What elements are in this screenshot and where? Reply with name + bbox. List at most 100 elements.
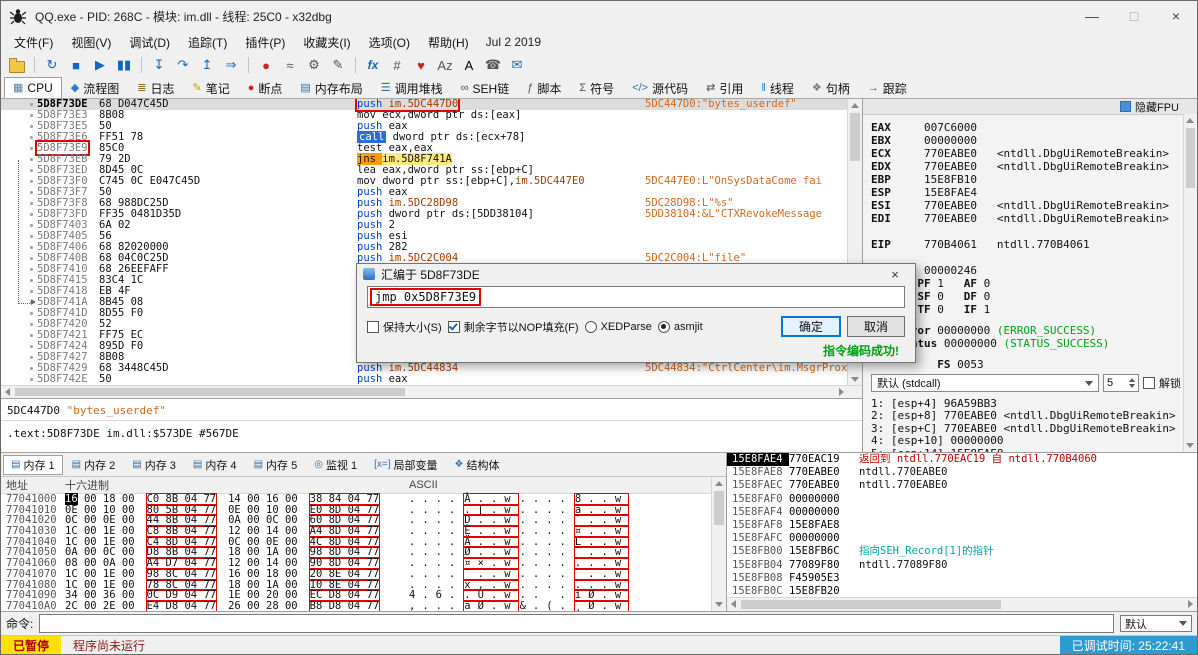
menu-item-6[interactable]: 收藏夹(I)	[294, 32, 359, 53]
asmjit-radio[interactable]: asmjit	[657, 320, 703, 333]
breakpoint-gutter[interactable]	[1, 374, 37, 385]
disasm-row[interactable]: 5D8F7429 68 3448C45D push im.5DC44834 5DC44…	[1, 363, 848, 374]
register-row[interactable]	[871, 316, 1197, 324]
stack-row[interactable]: 15E8FAFC 00000000	[727, 532, 1197, 545]
menu-item-8[interactable]: 帮助(H)	[419, 32, 478, 53]
scroll-right-icon[interactable]	[1188, 600, 1193, 608]
tab-call-stack[interactable]: ☰ 调用堆栈	[372, 77, 452, 98]
disasm-horizontal-scrollbar[interactable]	[1, 385, 862, 398]
menu-item-7[interactable]: 选项(O)	[360, 32, 419, 53]
assemble-fx-icon[interactable]: fx	[362, 55, 384, 75]
tab-cpu[interactable]: ▦ CPU	[4, 77, 62, 98]
dialog-close-icon[interactable]: ×	[881, 267, 909, 282]
register-row[interactable]: EIP 770B4061 ntdll.770B4061	[871, 238, 1197, 251]
breakpoint-gutter[interactable]	[1, 264, 37, 275]
register-row[interactable]: ESI 770EABE0 <ntdll.DbgUiRemoteBreakin>	[871, 199, 1197, 212]
stack-argument-row[interactable]: 2: [esp+8] 770EABE0 <ntdll.DbgUiRemoteBr…	[871, 409, 1197, 422]
breakpoint-gutter[interactable]	[1, 198, 37, 209]
tab-graph[interactable]: ◆ 流程图	[62, 77, 128, 98]
tab-threads[interactable]: ‖ 线程	[752, 77, 803, 98]
fill-nop-checkbox[interactable]: 剩余字节以NOP填充(F)	[447, 319, 579, 335]
attach-phone-icon[interactable]: ☎	[482, 55, 504, 75]
tab-symbols[interactable]: Σ 符号	[570, 77, 623, 98]
stack-row[interactable]: 15E8FAF4 00000000	[727, 506, 1197, 519]
dump-vertical-scrollbar[interactable]	[711, 477, 726, 611]
stack-horizontal-scrollbar[interactable]	[727, 597, 1197, 611]
tab-handles[interactable]: ❖ 句柄	[803, 77, 859, 98]
menu-item-3[interactable]: 调试(D)	[120, 32, 179, 53]
breakpoint-gutter[interactable]	[1, 154, 37, 165]
unlock-checkbox[interactable]: 解锁	[1143, 375, 1181, 391]
settings-gear-icon[interactable]: ⚙	[303, 55, 325, 75]
stack-row[interactable]: 15E8FB04 77089F80 ntdll.77089F80	[727, 559, 1197, 572]
register-row[interactable]: ECX 770EABE0 <ntdll.DbgUiRemoteBreakin>	[871, 147, 1197, 160]
register-row[interactable]: EDI 770EABE0 <ntdll.DbgUiRemoteBreakin>	[871, 212, 1197, 225]
trace-icon[interactable]: ≈	[279, 55, 301, 75]
xedparse-radio[interactable]: XEDParse	[584, 320, 652, 333]
registers-vertical-scrollbar[interactable]	[1183, 114, 1197, 452]
tab-memory-map[interactable]: ▤ 内存布局	[291, 77, 371, 98]
stack-row[interactable]: 15E8FB00 15E8FB6C 指向SEH_Record[1]的指针	[727, 545, 1197, 558]
register-row[interactable]: EBX 00000000	[871, 134, 1197, 147]
tab-script[interactable]: ƒ 脚本	[518, 77, 570, 98]
register-row[interactable]: EDX 770EABE0 <ntdll.DbgUiRemoteBreakin>	[871, 160, 1197, 173]
breakpoint-gutter[interactable]	[1, 253, 37, 264]
stack-row[interactable]: 15E8FAF8 15E8FAE8	[727, 519, 1197, 532]
breakpoint-gutter[interactable]	[1, 132, 37, 143]
run-icon[interactable]: ▶	[89, 55, 111, 75]
stop-icon[interactable]: ■	[65, 55, 87, 75]
edit-pencil-icon[interactable]: ✎	[327, 55, 349, 75]
stack-row[interactable]: 15E8FAF0 00000000	[727, 493, 1197, 506]
disasm-row[interactable]: 5D8F742E 50 push eax	[1, 374, 848, 385]
maximize-button[interactable]: □	[1113, 1, 1155, 31]
breakpoint-gutter[interactable]	[1, 286, 37, 297]
breakpoint-gutter[interactable]	[1, 209, 37, 220]
bottom-tab-dump-4[interactable]: ▤ 内存 4	[185, 455, 245, 475]
register-row[interactable]: EBP 15E8FB10	[871, 173, 1197, 186]
tab-trace[interactable]: → 跟踪	[859, 77, 916, 98]
breakpoint-gutter[interactable]	[1, 308, 37, 319]
breakpoint-gutter[interactable]	[1, 363, 37, 374]
ok-button[interactable]: 确定	[780, 316, 841, 337]
favourites-heart-icon[interactable]: ♥	[410, 55, 432, 75]
breakpoint-gutter[interactable]	[1, 220, 37, 231]
dialog-title-bar[interactable]: 汇编于 5D8F73DE ×	[357, 264, 915, 284]
breakpoint-gutter[interactable]	[1, 330, 37, 341]
breakpoint-gutter[interactable]	[1, 187, 37, 198]
scroll-right-icon[interactable]	[839, 388, 844, 396]
menu-item-1[interactable]: 文件(F)	[5, 32, 62, 53]
scroll-up-icon[interactable]	[851, 103, 859, 108]
chat-bubble-icon[interactable]: ✉	[506, 55, 528, 75]
menu-item-5[interactable]: 插件(P)	[236, 32, 294, 53]
calling-convention-select[interactable]: 默认 (stdcall)	[871, 374, 1099, 392]
breakpoint-gutter[interactable]	[1, 165, 37, 176]
tab-log[interactable]: ≣ 日志	[128, 77, 183, 98]
breakpoint-gutter[interactable]	[1, 319, 37, 330]
step-out-icon[interactable]: ↥	[196, 55, 218, 75]
pause-icon[interactable]: ▮▮	[113, 55, 135, 75]
bottom-tab-struct[interactable]: ❖ 结构体	[447, 455, 508, 475]
tab-notes[interactable]: ✎ 笔记	[183, 77, 238, 98]
argument-count-stepper[interactable]: 5	[1103, 374, 1139, 392]
step-into-icon[interactable]: ↧	[148, 55, 170, 75]
dump-row[interactable]: 77041070 1C 00 1E 00 98 8C 04 77 16 00 18 0…	[1, 567, 726, 581]
breakpoint-gutter[interactable]	[1, 110, 37, 121]
register-row[interactable]	[871, 225, 1197, 238]
disasm-row[interactable]: 5D8F7403 6A 02 push 2	[1, 220, 848, 231]
stack-row[interactable]: 15E8FAE8 770EABE0 ntdll.770EABE0	[727, 466, 1197, 479]
bottom-tab-dump-3[interactable]: ▤ 内存 3	[124, 455, 184, 475]
breakpoint-gutter[interactable]	[1, 341, 37, 352]
register-row[interactable]: LastError 00000000 (ERROR_SUCCESS)	[871, 324, 1197, 337]
menu-item-4[interactable]: 追踪(T)	[179, 32, 236, 53]
tab-breakpoints[interactable]: ● 断点	[239, 77, 292, 98]
register-row[interactable]	[871, 350, 1197, 358]
step-over-icon[interactable]: ↷	[172, 55, 194, 75]
breakpoint-gutter[interactable]	[1, 143, 37, 154]
register-row[interactable]: EFLAGS 00000246	[871, 264, 1197, 277]
open-file-icon[interactable]	[6, 55, 28, 75]
scroll-down-icon[interactable]	[715, 602, 723, 607]
patch-hash-icon[interactable]: #	[386, 55, 408, 75]
register-row[interactable]: ESP 15E8FAE4	[871, 186, 1197, 199]
scroll-left-icon[interactable]	[5, 388, 10, 396]
hide-fpu-button[interactable]: 隐藏FPU	[1135, 99, 1179, 115]
